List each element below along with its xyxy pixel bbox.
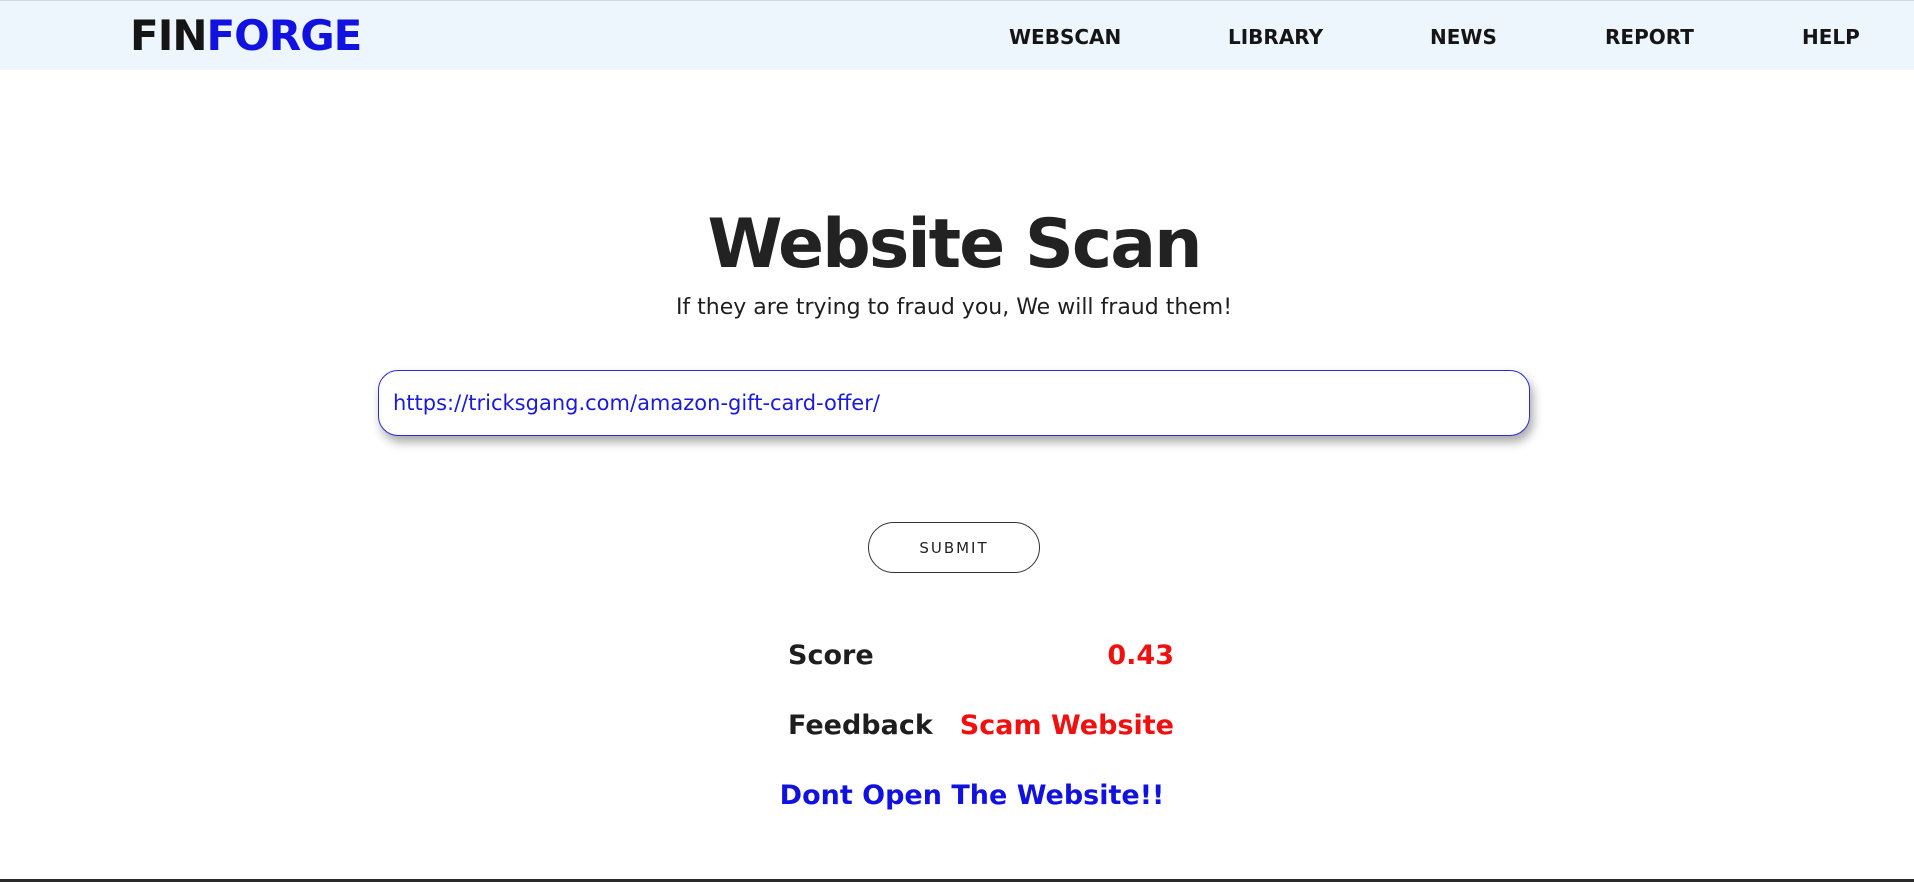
page-title: Website Scan <box>707 205 1202 284</box>
nav-news[interactable]: NEWS <box>1430 24 1497 50</box>
feedback-label: Feedback <box>788 710 933 741</box>
nav-library[interactable]: LIBRARY <box>1228 24 1323 50</box>
nav-help[interactable]: HELP <box>1802 24 1860 50</box>
nav-webscan[interactable]: WEBSCAN <box>1009 24 1121 50</box>
logo-part-fin: FIN <box>130 11 207 60</box>
warning-message: Dont Open The Website!! <box>779 780 1165 811</box>
finforge-logo[interactable]: FINFORGE <box>130 11 362 60</box>
submit-button[interactable]: SUBMIT <box>868 522 1040 573</box>
url-input[interactable] <box>378 370 1530 436</box>
top-navbar: FINFORGE WEBSCAN LIBRARY NEWS REPORT HEL… <box>0 0 1914 70</box>
feedback-value: Scam Website <box>959 710 1174 741</box>
logo-part-forge: FORGE <box>206 11 362 60</box>
score-value: 0.43 <box>1107 640 1174 671</box>
nav-report[interactable]: REPORT <box>1605 24 1694 50</box>
page-subtitle: If they are trying to fraud you, We will… <box>675 295 1233 320</box>
score-label: Score <box>788 640 874 671</box>
